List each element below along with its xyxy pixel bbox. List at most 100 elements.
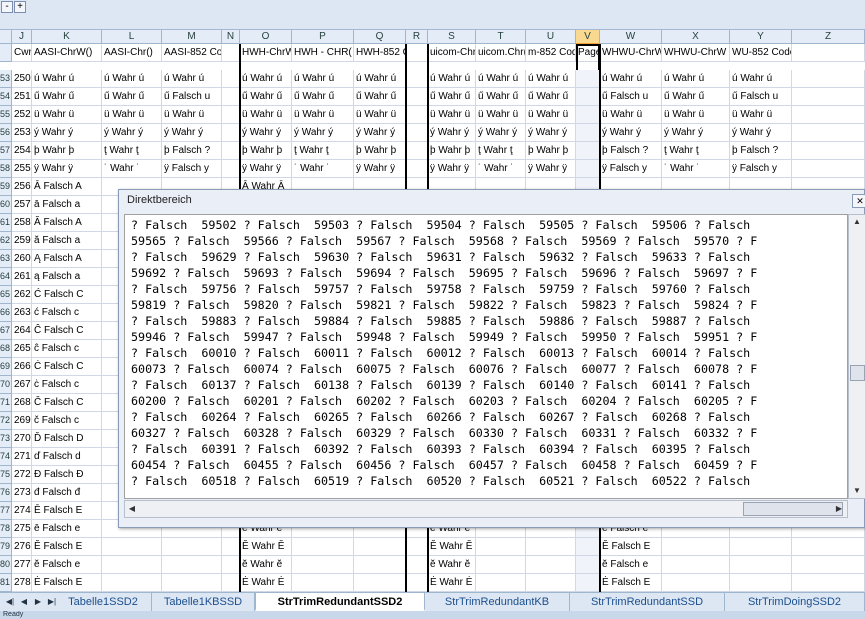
row-header[interactable]: 73	[0, 430, 12, 448]
cell[interactable]	[792, 574, 865, 592]
cell[interactable]: þ Wahr þ	[354, 142, 406, 160]
cell[interactable]: ű Wahr ű	[662, 88, 730, 106]
cell[interactable]	[576, 106, 600, 124]
row-header[interactable]: 67	[0, 322, 12, 340]
cell[interactable]: ć Falsch c	[32, 304, 102, 322]
row-header[interactable]: 68	[0, 340, 12, 358]
cell[interactable]: ű Wahr ű	[32, 88, 102, 106]
cell[interactable]: ţ Wahr ţ	[292, 142, 354, 160]
outline-level-1-button[interactable]: -	[1, 1, 13, 13]
cell[interactable]	[102, 556, 162, 574]
cell[interactable]: 256	[12, 178, 32, 196]
tab-prev-icon[interactable]: ◀	[18, 595, 30, 609]
tab-strtrimdoingssd2[interactable]: StrTrimDoingSSD2	[725, 593, 865, 611]
tab-strtrimredundantssd2[interactable]: StrTrimRedundantSSD2	[255, 593, 425, 611]
cell[interactable]	[406, 538, 428, 556]
cell[interactable]	[292, 538, 354, 556]
header-cell[interactable]: Cwr	[12, 44, 32, 62]
scroll-right-icon[interactable]: ▶	[832, 501, 846, 517]
cell[interactable]	[406, 106, 428, 124]
header-cell[interactable]: AASI-852 Code P	[162, 44, 222, 62]
header-cell[interactable]: HWH - CHR(	[292, 44, 354, 62]
cell[interactable]: ú Wahr ú	[730, 70, 792, 88]
row-header[interactable]: 59	[0, 178, 12, 196]
cell[interactable]	[222, 538, 240, 556]
tab-tabelle1kbssd[interactable]: Tabelle1KBSSD	[152, 593, 255, 611]
header-cell[interactable]	[406, 44, 428, 62]
row-header[interactable]: 56	[0, 124, 12, 142]
cell[interactable]: ċ Falsch c	[32, 376, 102, 394]
cell[interactable]	[222, 124, 240, 142]
cell[interactable]: ý Wahr ý	[730, 124, 792, 142]
row-header[interactable]: 79	[0, 538, 12, 556]
cell[interactable]: Ċ Falsch C	[32, 358, 102, 376]
row-header[interactable]	[0, 44, 12, 62]
cell[interactable]	[222, 70, 240, 88]
cell[interactable]	[222, 556, 240, 574]
cell[interactable]: ú Wahr ú	[526, 70, 576, 88]
cell[interactable]: 277	[12, 556, 32, 574]
cell[interactable]: ü Wahr ü	[102, 106, 162, 124]
cell[interactable]	[222, 142, 240, 160]
column-header-r[interactable]: R	[406, 30, 428, 44]
cell[interactable]: 278	[12, 574, 32, 592]
cell[interactable]: ü Wahr ü	[354, 106, 406, 124]
header-cell[interactable]: AASI-ChrW()	[32, 44, 102, 62]
column-header-k[interactable]: K	[32, 30, 102, 44]
cell[interactable]: ý Wahr ý	[600, 124, 662, 142]
column-header-l[interactable]: L	[102, 30, 162, 44]
cell[interactable]: Ĉ Falsch C	[32, 322, 102, 340]
horizontal-scrollbar[interactable]: ◀ ▶	[124, 500, 848, 518]
cell[interactable]: ē Falsch e	[32, 520, 102, 538]
row-header[interactable]: 65	[0, 286, 12, 304]
cell[interactable]: ý Wahr ý	[526, 124, 576, 142]
row-header[interactable]: 76	[0, 484, 12, 502]
cell[interactable]	[406, 160, 428, 178]
cell[interactable]: þ Falsch ?	[730, 142, 792, 160]
cell[interactable]	[162, 556, 222, 574]
cell[interactable]: Ă Falsch A	[32, 214, 102, 232]
hscroll-thumb[interactable]	[743, 502, 843, 516]
cell[interactable]	[662, 538, 730, 556]
cell[interactable]	[792, 70, 865, 88]
row-header[interactable]: 61	[0, 214, 12, 232]
row-header[interactable]: 58	[0, 160, 12, 178]
cell[interactable]: Ĕ Falsch E	[600, 538, 662, 556]
cell[interactable]: ú Wahr ú	[662, 70, 730, 88]
cell[interactable]: ű Wahr ű	[428, 88, 476, 106]
tab-strtrimredundantkb[interactable]: StrTrimRedundantKB	[425, 593, 570, 611]
cell[interactable]: ĕ Falsch e	[600, 556, 662, 574]
cell[interactable]: ű Wahr ű	[354, 88, 406, 106]
cell[interactable]: Ĕ Wahr Ĕ	[240, 538, 292, 556]
cell[interactable]: þ Falsch ?	[600, 142, 662, 160]
cell[interactable]	[792, 106, 865, 124]
column-header-n[interactable]: N	[222, 30, 240, 44]
cell[interactable]: 257	[12, 196, 32, 214]
cell[interactable]	[102, 538, 162, 556]
scroll-left-icon[interactable]: ◀	[125, 501, 139, 517]
header-cell[interactable]: uicom.Chr()	[476, 44, 526, 62]
cell[interactable]: ú Wahr ú	[292, 70, 354, 88]
cell[interactable]: ú Wahr ú	[102, 70, 162, 88]
cell[interactable]: ĕ Falsch e	[32, 556, 102, 574]
cell[interactable]	[102, 574, 162, 592]
cell[interactable]: ú Wahr ú	[428, 70, 476, 88]
row-header[interactable]: 71	[0, 394, 12, 412]
cell[interactable]	[526, 574, 576, 592]
cell[interactable]: Ė Wahr Ė	[428, 574, 476, 592]
vertical-scrollbar[interactable]: ▲ ▼	[848, 214, 865, 499]
cell[interactable]: ü Wahr ü	[600, 106, 662, 124]
row-header[interactable]: 63	[0, 250, 12, 268]
cell[interactable]: þ Wahr þ	[240, 142, 292, 160]
cell[interactable]: ĉ Falsch c	[32, 340, 102, 358]
cell[interactable]: ţ Wahr ţ	[476, 142, 526, 160]
cell[interactable]: ú Wahr ú	[162, 70, 222, 88]
cell[interactable]	[292, 574, 354, 592]
cell[interactable]	[730, 574, 792, 592]
cell[interactable]	[576, 124, 600, 142]
cell[interactable]: ü Wahr ü	[162, 106, 222, 124]
header-cell[interactable]	[792, 44, 865, 62]
cell[interactable]: 266	[12, 358, 32, 376]
cell[interactable]	[476, 574, 526, 592]
column-header-u[interactable]: U	[526, 30, 576, 44]
